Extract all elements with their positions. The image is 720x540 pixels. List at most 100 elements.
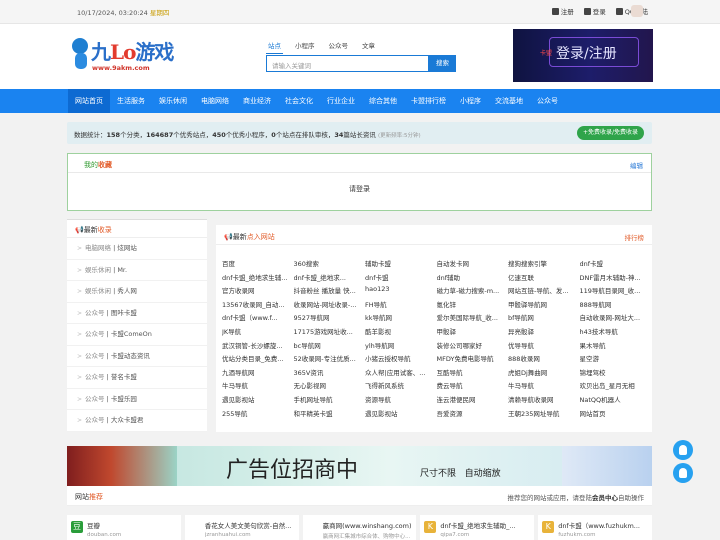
site-link[interactable]: bc导航网 — [294, 340, 366, 354]
member-center-link[interactable]: 会员中心 — [592, 494, 618, 502]
site-link[interactable]: 虎姐Dj舞曲网 — [508, 367, 580, 381]
site-card[interactable]: 赢商网(www.winshang.com) 赢商网汇集城市综合体、购物中心... — [302, 515, 417, 540]
site-link[interactable]: dnf辅助 — [437, 272, 509, 286]
site-link[interactable]: dnf卡盟 — [365, 272, 437, 286]
site-link[interactable]: 装修公司哪家好 — [437, 340, 509, 354]
site-link[interactable]: 牛马导航 — [508, 380, 580, 394]
site-link[interactable]: 欢贝出岛_星月无相 — [580, 380, 652, 394]
site-link[interactable]: 氪化锌 — [437, 299, 509, 313]
nav-miniapp[interactable]: 小程序 — [453, 89, 488, 113]
site-link[interactable]: 资源导航 — [365, 394, 437, 408]
site-link[interactable]: 网站互链-导航、发... — [508, 285, 580, 299]
site-link[interactable]: MFDY免费电影导航 — [437, 353, 509, 367]
site-link[interactable]: 星空游 — [580, 353, 652, 367]
site-link[interactable]: 官方收录网 — [222, 285, 294, 299]
site-link[interactable]: 九酒导航网 — [222, 367, 294, 381]
site-link[interactable]: h43技术导航 — [580, 326, 652, 340]
qq-float-icon[interactable] — [673, 440, 693, 460]
site-card[interactable]: 豆豆瓣 douban.com — [67, 515, 181, 540]
nav-home[interactable]: 网站首页 — [68, 89, 110, 113]
site-link[interactable]: 吾爱资源 — [437, 408, 509, 422]
site-link[interactable]: 255导航 — [222, 408, 294, 422]
site-link[interactable]: 365V资讯 — [294, 367, 366, 381]
site-link[interactable]: 9527导航网 — [294, 312, 366, 326]
site-link[interactable]: JK导航 — [222, 326, 294, 340]
favorites-login-link[interactable]: 请登录 — [349, 185, 370, 193]
site-link[interactable]: bf导航网 — [508, 312, 580, 326]
list-item[interactable]: 电脑网络 | 炫网站 — [67, 238, 207, 260]
site-link[interactable]: 异亮骰驿 — [508, 326, 580, 340]
site-link[interactable]: 优站分类目录_免费... — [222, 353, 294, 367]
site-link[interactable]: 搜狗搜索引擎 — [508, 258, 580, 272]
site-link[interactable]: 360搜索 — [294, 258, 366, 272]
site-link[interactable]: 119导航目录网_收... — [580, 285, 652, 299]
site-link[interactable]: 辅助卡盟 — [365, 258, 437, 272]
favorites-edit-link[interactable]: 编辑 — [630, 160, 643, 170]
site-link[interactable]: 清赖导航收录网 — [508, 394, 580, 408]
site-link[interactable]: 52收录网-专注优质... — [294, 353, 366, 367]
site-link[interactable]: NatQQ机器人 — [580, 394, 652, 408]
site-card[interactable]: Kdnf卡盟_绝地求生辅助_... qipa7.com — [420, 515, 535, 540]
site-link[interactable]: dnf卡盟 — [580, 258, 652, 272]
nav-official-account[interactable]: 公众号 — [530, 89, 565, 113]
site-link[interactable]: 和平精英卡盟 — [294, 408, 366, 422]
site-link[interactable]: 百度 — [222, 258, 294, 272]
qq-float-icon[interactable] — [673, 463, 693, 483]
search-button[interactable]: 搜索 — [429, 55, 456, 72]
nav-entertainment[interactable]: 娱乐休闲 — [152, 89, 194, 113]
mascot-icon[interactable] — [631, 5, 643, 17]
site-link[interactable]: 遇见影视站 — [222, 394, 294, 408]
site-link[interactable]: 13567收录网_自动... — [222, 299, 294, 313]
site-link[interactable]: 甲骰驿 — [437, 326, 509, 340]
list-item[interactable]: 公众号 | 卡盟ComeOn — [67, 324, 207, 346]
site-link[interactable]: 武汉铜管-长沙螺旋... — [222, 340, 294, 354]
site-link[interactable]: 优导导航 — [508, 340, 580, 354]
site-link[interactable]: dnf卡盟_绝地求生辅... — [222, 272, 294, 286]
site-link[interactable]: DNF雷月木辅助-神... — [580, 272, 652, 286]
site-link[interactable]: 小猪云授权导航 — [365, 353, 437, 367]
login-banner-ad[interactable]: 卡盟 登录/注册 — [513, 29, 653, 82]
login-link[interactable]: 登录 — [583, 6, 606, 16]
search-input[interactable]: 请输入关键词 — [266, 55, 429, 72]
site-link[interactable]: 888收录网 — [508, 353, 580, 367]
site-link[interactable]: 888导航网 — [580, 299, 652, 313]
site-link[interactable]: kk导航网 — [365, 312, 437, 326]
search-tab-miniapp[interactable]: 小程序 — [293, 40, 317, 54]
list-item[interactable]: 公众号 | 图咔卡盟 — [67, 303, 207, 324]
site-link[interactable]: 遇见影视站 — [365, 408, 437, 422]
site-link[interactable]: 无心影视网 — [294, 380, 366, 394]
site-link[interactable]: 网站首页 — [580, 408, 652, 422]
site-link[interactable]: 飞得新风系统 — [365, 380, 437, 394]
site-link[interactable]: 收录网站-网址收录-... — [294, 299, 366, 313]
site-link[interactable]: 费云导航 — [437, 380, 509, 394]
site-link[interactable]: 连云港便民网 — [437, 394, 509, 408]
nav-life[interactable]: 生活服务 — [110, 89, 152, 113]
list-item[interactable]: 娱乐休闲 | 秀人网 — [67, 281, 207, 303]
site-link[interactable]: dnf卡盟_绝地求... — [294, 272, 366, 286]
list-item[interactable]: 公众号 | 誉名卡盟 — [67, 367, 207, 389]
site-link[interactable]: FH导航 — [365, 299, 437, 313]
site-link[interactable]: dnf卡盟（www.f... — [222, 312, 294, 326]
site-link[interactable]: ylh导航网 — [365, 340, 437, 354]
nav-computer[interactable]: 电脑网络 — [194, 89, 236, 113]
search-tab-site[interactable]: 站点 — [266, 40, 283, 54]
site-card[interactable]: 香花女人美文美句欣赏-自然... jzranhuahui.com — [184, 515, 299, 540]
site-link[interactable]: 锦埋驾校 — [580, 367, 652, 381]
nav-culture[interactable]: 社会文化 — [278, 89, 320, 113]
site-link[interactable]: 众人帮|应用试客、... — [365, 367, 437, 381]
site-link[interactable]: 17175游戏网址收... — [294, 326, 366, 340]
site-link[interactable]: 牛马导航 — [222, 380, 294, 394]
nav-industry[interactable]: 行业企业 — [320, 89, 362, 113]
site-link[interactable]: 爱尔美国际导航_收... — [437, 312, 509, 326]
site-link[interactable]: 亿速互联 — [508, 272, 580, 286]
free-submit-button[interactable]: +免费收录/免费收录 — [576, 126, 644, 140]
site-link[interactable]: 甲骰驿导航网 — [508, 299, 580, 313]
list-item[interactable]: 公众号 | 大众卡盟君 — [67, 410, 207, 432]
site-link[interactable]: 酷羊影视 — [365, 326, 437, 340]
site-link[interactable]: 磁力草-磁力搜索-m... — [437, 285, 509, 299]
nav-other[interactable]: 综合其他 — [362, 89, 404, 113]
site-logo[interactable]: 九Lo游戏 www.9akm.com — [72, 36, 176, 76]
site-link[interactable]: 自动发卡网 — [437, 258, 509, 272]
site-link[interactable]: 果木导航 — [580, 340, 652, 354]
site-link[interactable]: 王朝235网址导航 — [508, 408, 580, 422]
